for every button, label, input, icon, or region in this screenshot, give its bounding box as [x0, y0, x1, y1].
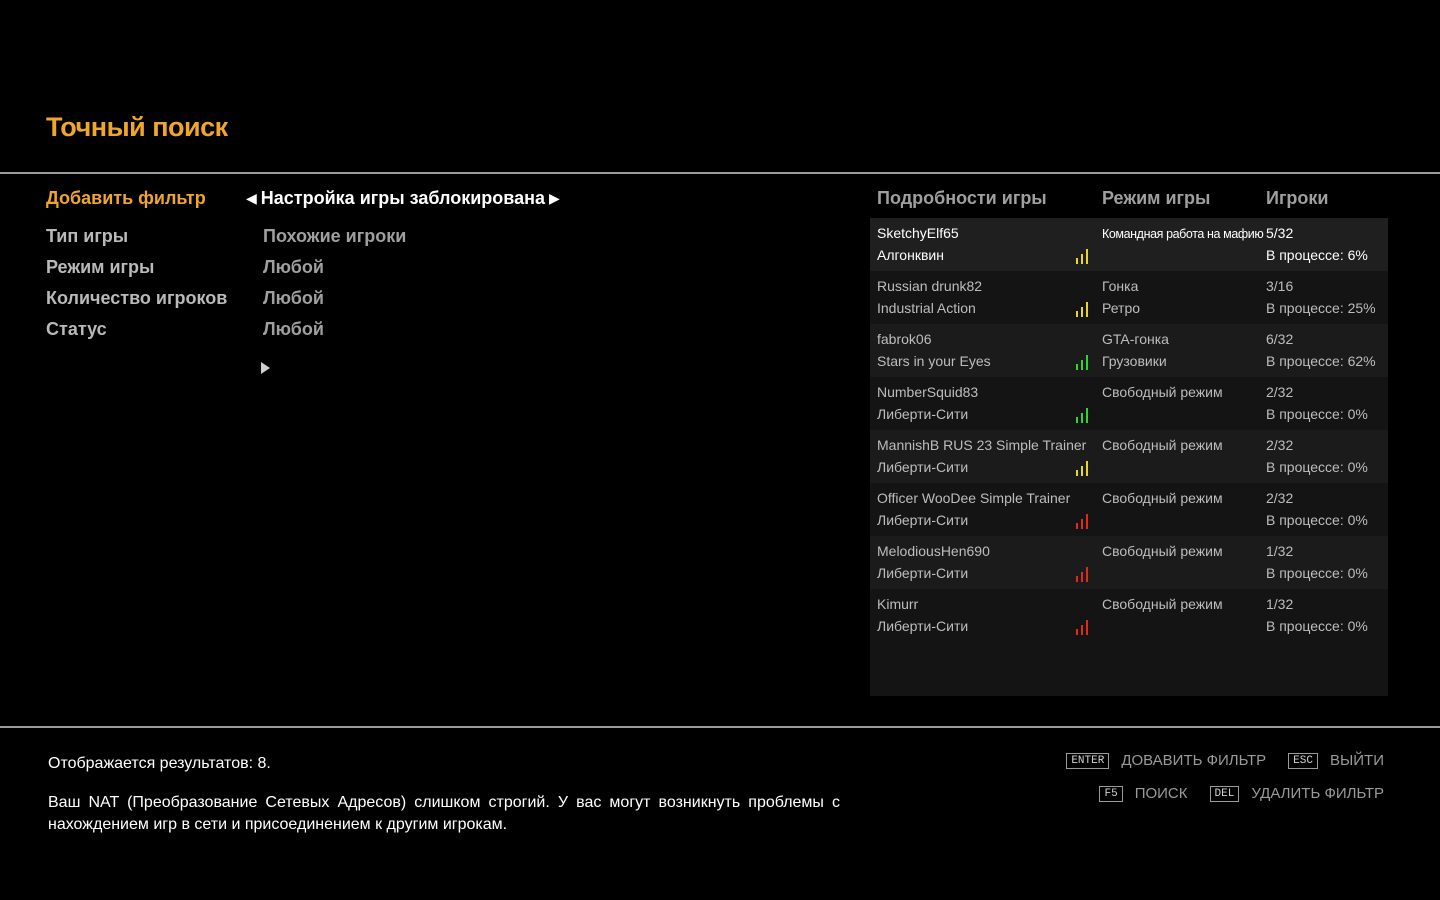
- server-players: 5/32: [1266, 225, 1294, 241]
- hint-search[interactable]: ПОИСК: [1135, 785, 1188, 802]
- filter-game-mode-label[interactable]: Режим игры: [46, 257, 154, 278]
- server-progress: В процессе: 0%: [1266, 565, 1368, 581]
- filter-selector[interactable]: ◀ Настройка игры заблокирована ▶: [246, 188, 560, 209]
- filter-game-type-value[interactable]: Похожие игроки: [263, 226, 406, 247]
- filter-game-mode-value[interactable]: Любой: [263, 257, 324, 278]
- hint-row-1: ENTER ДОВАВИТЬ ФИЛЬТР ESC ВЫЙТИ: [1066, 752, 1384, 769]
- add-filter-button[interactable]: Добавить фильтр: [46, 188, 206, 209]
- server-host: Russian drunk82: [877, 278, 983, 294]
- server-mode: Свободный режим: [1102, 437, 1223, 453]
- server-players: 1/32: [1266, 543, 1294, 559]
- hint-add-filter[interactable]: ДОВАВИТЬ ФИЛЬТР: [1121, 752, 1266, 769]
- hint-delete-filter[interactable]: УДАЛИТЬ ФИЛЬТР: [1251, 785, 1384, 802]
- server-list: SketchyElf65 Алгонквин Командная работа на…: [870, 218, 1388, 696]
- server-map: Stars in your Eyes: [877, 353, 991, 369]
- server-mode: Свободный режим: [1102, 490, 1223, 506]
- server-submode: Ретро: [1102, 300, 1141, 316]
- server-players: 2/32: [1266, 437, 1294, 453]
- server-progress: В процессе: 0%: [1266, 512, 1368, 528]
- server-progress: В процессе: 0%: [1266, 406, 1368, 422]
- f5-key-icon: F5: [1099, 785, 1123, 802]
- server-players: 6/32: [1266, 331, 1294, 347]
- server-map: Алгонквин: [877, 247, 944, 263]
- server-players: 1/32: [1266, 596, 1294, 612]
- enter-key-icon: ENTER: [1066, 752, 1110, 769]
- nat-warning: Ваш NAT (Преобразование Сетевых Адресов)…: [48, 794, 840, 833]
- table-row[interactable]: Officer WooDee Simple Trainer Либерти-Сит…: [870, 483, 1388, 536]
- server-progress: В процессе: 62%: [1266, 353, 1376, 369]
- filter-status-value[interactable]: Любой: [263, 319, 324, 340]
- bottom-divider: [0, 726, 1440, 728]
- server-map: Либерти-Сити: [877, 512, 969, 528]
- table-row[interactable]: MannishB RUS 23 Simple Trainer Либерти-Си…: [870, 430, 1388, 483]
- server-mode: Свободный режим: [1102, 596, 1223, 612]
- table-row[interactable]: Russian drunk82 Industrial Action Гонка Рет…: [870, 271, 1388, 324]
- signal-strength-icon: [1076, 566, 1090, 582]
- filter-player-count-value[interactable]: Любой: [263, 288, 324, 309]
- results-count: Отображается результатов: 8.: [48, 755, 271, 772]
- server-host: MannishB RUS 23 Simple Trainer: [877, 437, 1087, 453]
- mouse-cursor-icon: [261, 362, 270, 374]
- server-host: Officer WooDee Simple Trainer: [877, 490, 1071, 506]
- server-mode: Командная работа на мафию: [1102, 227, 1264, 241]
- server-map: Либерти-Сити: [877, 459, 969, 475]
- filter-selector-value: Настройка игры заблокирована: [260, 188, 545, 208]
- server-mode: Гонка: [1102, 278, 1139, 294]
- filter-player-count-label[interactable]: Количество игроков: [46, 288, 227, 309]
- header-game-mode[interactable]: Режим игры: [1102, 188, 1210, 209]
- signal-strength-icon: [1076, 619, 1090, 635]
- del-key-icon: DEL: [1209, 785, 1240, 802]
- server-host: NumberSquid83: [877, 384, 979, 400]
- server-map: Либерти-Сити: [877, 618, 969, 634]
- arrow-right-icon[interactable]: ▶: [549, 190, 560, 207]
- server-progress: В процессе: 6%: [1266, 247, 1368, 263]
- server-progress: В процессе: 25%: [1266, 300, 1376, 316]
- esc-key-icon: ESC: [1288, 752, 1318, 769]
- server-map: Либерти-Сити: [877, 565, 969, 581]
- server-host: fabrok06: [877, 331, 932, 347]
- server-map: Industrial Action: [877, 300, 976, 316]
- signal-strength-icon: [1076, 513, 1090, 529]
- page-title: Точный поиск: [46, 112, 228, 142]
- server-host: MelodiousHen690: [877, 543, 990, 559]
- signal-strength-icon: [1076, 301, 1090, 317]
- server-progress: В процессе: 0%: [1266, 459, 1368, 475]
- table-row[interactable]: MelodiousHen690 Либерти-Сити Свободный реж…: [870, 536, 1388, 589]
- server-mode: GTA-гонка: [1102, 331, 1169, 347]
- header-players[interactable]: Игроки: [1266, 188, 1329, 209]
- server-map: Либерти-Сити: [877, 406, 969, 422]
- hint-row-2: F5 ПОИСК DEL УДАЛИТЬ ФИЛЬТР: [1099, 785, 1384, 802]
- signal-strength-icon: [1076, 407, 1090, 423]
- server-players: 2/32: [1266, 384, 1294, 400]
- server-mode: Свободный режим: [1102, 543, 1223, 559]
- signal-strength-icon: [1076, 354, 1090, 370]
- server-host: SketchyElf65: [877, 225, 959, 241]
- signal-strength-icon: [1076, 248, 1090, 264]
- top-divider: [0, 172, 1440, 174]
- signal-strength-icon: [1076, 460, 1090, 476]
- header-game-details[interactable]: Подробности игры: [877, 188, 1047, 209]
- table-row[interactable]: Kimurr Либерти-Сити Свободный режим 1/32 В п…: [870, 589, 1388, 642]
- server-submode: Грузовики: [1102, 353, 1167, 369]
- hint-exit[interactable]: ВЫЙТИ: [1330, 752, 1384, 769]
- filter-game-type-label[interactable]: Тип игры: [46, 226, 128, 247]
- table-row[interactable]: fabrok06 Stars in your Eyes GTA-гонка Грузо…: [870, 324, 1388, 377]
- table-row[interactable]: NumberSquid83 Либерти-Сити Свободный режим…: [870, 377, 1388, 430]
- table-row[interactable]: SketchyElf65 Алгонквин Командная работа на…: [870, 218, 1388, 271]
- table-empty-row: [870, 642, 1388, 695]
- server-players: 2/32: [1266, 490, 1294, 506]
- server-mode: Свободный режим: [1102, 384, 1223, 400]
- arrow-left-icon[interactable]: ◀: [246, 190, 257, 207]
- server-progress: В процессе: 0%: [1266, 618, 1368, 634]
- server-players: 3/16: [1266, 278, 1294, 294]
- server-host: Kimurr: [877, 596, 919, 612]
- filter-status-label[interactable]: Статус: [46, 319, 107, 340]
